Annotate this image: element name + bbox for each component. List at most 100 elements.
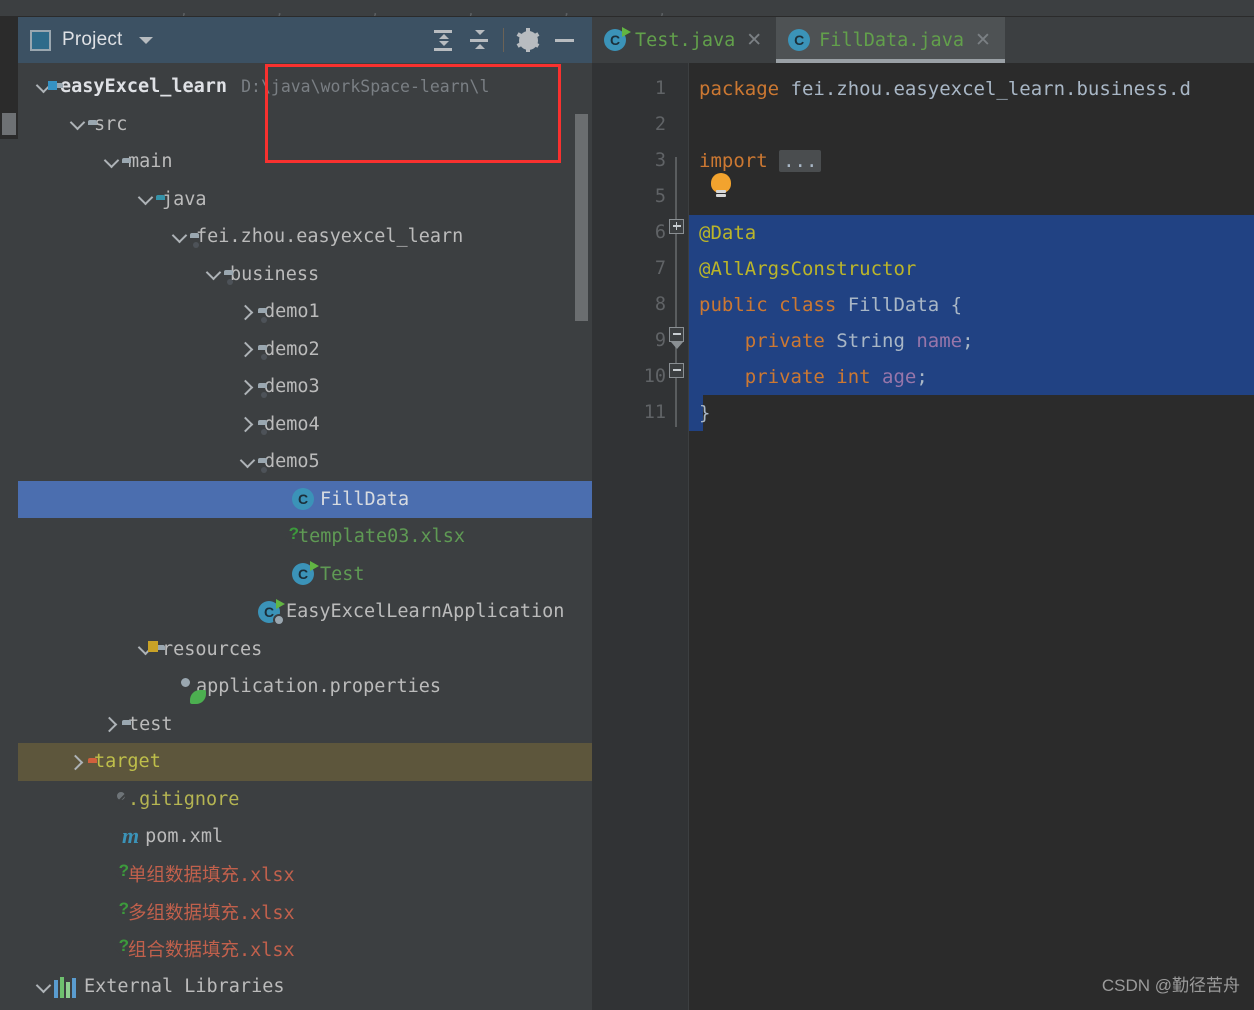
fold-expand-icon[interactable] — [669, 219, 684, 234]
runnable-class-icon: C — [604, 27, 631, 51]
tree-item-resources[interactable]: resources — [18, 631, 592, 669]
code-line[interactable]: public class FillData { — [689, 287, 1254, 323]
libraries-icon — [54, 976, 78, 998]
chevron-down-icon[interactable] — [236, 451, 258, 473]
tree-item-demo1[interactable]: demo1 — [18, 293, 592, 331]
tree-item-business[interactable]: business — [18, 256, 592, 294]
watermark-text: CSDN @勤径苦舟 — [1101, 976, 1240, 995]
chevron-right-icon[interactable] — [66, 751, 88, 773]
fold-region-end-arrow — [670, 342, 683, 349]
fold-collapse-icon[interactable] — [669, 327, 684, 342]
tree-item-java[interactable]: java — [18, 181, 592, 219]
tree-item-demo5[interactable]: demo5 — [18, 443, 592, 481]
tree-item-easyexcellearnapplication[interactable]: C EasyExcelLearnApplication — [18, 593, 592, 631]
editor-tab-bar: C Test.java ✕ C FillData.java ✕ — [592, 17, 1254, 63]
chevron-down-icon[interactable] — [66, 113, 88, 135]
tree-item-label: java — [162, 188, 207, 210]
tree-item-gitignore[interactable]: .gitignore — [18, 781, 592, 819]
project-window-icon — [30, 29, 51, 51]
tree-item-xlsx[interactable]: ? 组合数据填充.xlsx — [18, 931, 592, 969]
tree-item-label: .gitignore — [128, 788, 240, 810]
tree-item-filldata[interactable]: C FillData — [18, 480, 592, 518]
code-token: import — [699, 150, 780, 172]
code-line[interactable]: } — [689, 395, 1254, 431]
code-line[interactable] — [689, 179, 1254, 215]
editor-tab-label: Test.java — [635, 29, 736, 51]
folded-imports-placeholder[interactable]: ... — [779, 150, 822, 172]
tree-item-label: demo3 — [264, 376, 320, 398]
code-line[interactable]: @AllArgsConstructor — [689, 251, 1254, 287]
code-line[interactable]: @Data — [689, 215, 1254, 251]
collapse-all-button[interactable] — [461, 23, 497, 57]
runnable-class-icon: C — [292, 561, 319, 586]
tree-item-test[interactable]: test — [18, 706, 592, 744]
chevron-right-icon[interactable] — [236, 338, 258, 360]
code-line[interactable]: import ... — [689, 143, 1254, 179]
chevron-down-icon[interactable] — [138, 36, 153, 44]
tree-item-main[interactable]: main — [18, 143, 592, 181]
code-line[interactable]: private String name; — [689, 323, 1254, 359]
close-icon[interactable]: ✕ — [975, 31, 991, 50]
chevron-down-icon[interactable] — [100, 151, 122, 173]
tree-item-demo3[interactable]: demo3 — [18, 368, 592, 406]
code-token: FillData { — [847, 294, 963, 316]
project-tree-scrollbar[interactable] — [575, 114, 588, 321]
tree-item-template03-xlsx[interactable]: ? template03.xlsx — [18, 518, 592, 556]
tree-item-label: resources — [162, 638, 263, 660]
code-line[interactable] — [689, 107, 1254, 143]
project-tree-scroll: easyExcel_learn D:\java\workSpace-learn\l… — [18, 63, 592, 1010]
tree-item-label: fei.zhou.easyexcel_learn — [196, 226, 464, 248]
tree-item-xlsx[interactable]: ? 单组数据填充.xlsx — [18, 856, 592, 894]
tree-item-application-properties[interactable]: application.properties — [18, 668, 592, 706]
project-panel-title-group[interactable]: Project — [30, 29, 153, 51]
tree-item-label: main — [128, 151, 173, 173]
chevron-down-icon[interactable] — [202, 263, 224, 285]
code-token: public class — [699, 294, 848, 316]
close-icon[interactable]: ✕ — [746, 31, 762, 50]
tree-item-xlsx[interactable]: ? 多组数据填充.xlsx — [18, 893, 592, 931]
fold-collapse-icon[interactable] — [669, 363, 684, 378]
chevron-down-icon[interactable] — [168, 226, 190, 248]
tree-item-label: External Libraries — [84, 976, 285, 998]
expand-all-button[interactable] — [425, 23, 461, 57]
editor-tab-filldata-java[interactable]: C FillData.java ✕ — [776, 17, 1005, 63]
code-token: ; — [916, 366, 928, 388]
project-tool-window: Project easyExcel_learn D:\java\workSpac… — [18, 17, 592, 1010]
tree-item-label: easyExcel_learn — [60, 76, 228, 98]
chevron-down-icon[interactable] — [134, 188, 156, 210]
tree-item-test[interactable]: C Test — [18, 556, 592, 594]
minus-icon — [554, 38, 574, 42]
chevron-right-icon[interactable] — [236, 413, 258, 435]
settings-button[interactable] — [510, 23, 546, 57]
tree-item-demo2[interactable]: demo2 — [18, 331, 592, 369]
tree-item-label: 多组数据填充.xlsx — [128, 902, 295, 924]
tree-item-src[interactable]: src — [18, 106, 592, 144]
code-content[interactable]: package fei.zhou.easyexcel_learn.busines… — [688, 63, 1254, 1010]
editor-gutter[interactable]: 1 2 3 5 6 7 8 9 10 11 — [592, 63, 688, 1010]
tree-item-external-libraries[interactable]: External Libraries — [18, 968, 592, 1006]
tool-window-handle[interactable] — [2, 113, 16, 135]
editor-tab-test-java[interactable]: C Test.java ✕ — [592, 17, 776, 63]
menu-bar-strip: , , , , , , — [0, 0, 1254, 17]
code-token: String — [836, 330, 917, 352]
chevron-right-icon[interactable] — [236, 376, 258, 398]
hide-button[interactable] — [546, 23, 582, 57]
bulb-base — [716, 190, 726, 193]
tree-item-target[interactable]: target — [18, 743, 592, 781]
chevron-right-icon[interactable] — [100, 713, 122, 735]
code-line[interactable]: private int age; — [689, 359, 1254, 395]
code-line[interactable]: package fei.zhou.easyexcel_learn.busines… — [689, 71, 1254, 107]
tree-item-demo4[interactable]: demo4 — [18, 406, 592, 444]
tree-item-pom-xml[interactable]: m pom.xml — [18, 818, 592, 856]
code-token: ; — [962, 330, 974, 352]
tree-item-label: demo1 — [264, 301, 320, 323]
chevron-down-icon[interactable] — [32, 976, 54, 998]
tree-item-easyexcel-learn[interactable]: easyExcel_learn D:\java\workSpace-learn\l — [18, 68, 592, 106]
editor-area: C Test.java ✕ C FillData.java ✕ 1 2 3 5 6 7 8 9 10 11 … — [592, 17, 1254, 1010]
intention-bulb-icon[interactable] — [711, 173, 731, 193]
toolbar-separator — [503, 28, 504, 52]
chevron-right-icon[interactable] — [236, 301, 258, 323]
tree-item-label: src — [94, 113, 128, 135]
code-editor[interactable]: 1 2 3 5 6 7 8 9 10 11 package fei.zhou.easyexcel_… — [592, 63, 1254, 1010]
tree-item-fei-zhou-easyexcel-learn[interactable]: fei.zhou.easyexcel_learn — [18, 218, 592, 256]
